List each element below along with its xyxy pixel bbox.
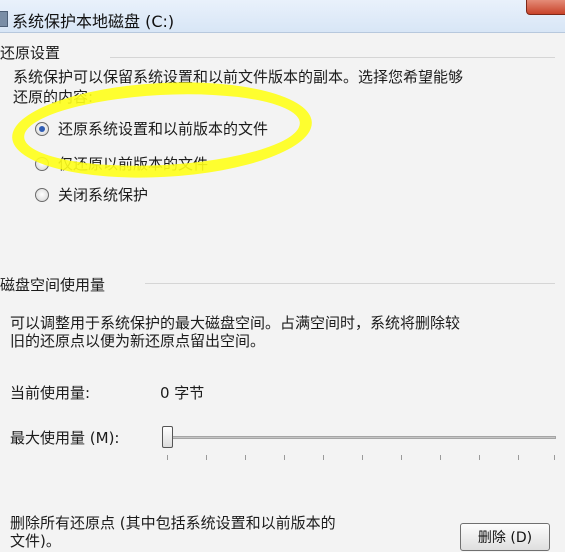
slider-tick (245, 455, 246, 460)
current-usage-label: 当前使用量: (10, 384, 91, 402)
slider-tick (167, 455, 168, 460)
window-title: 系统保护本地磁盘 (C:) (12, 12, 175, 31)
slider-tick (401, 455, 402, 460)
disk-usage-divider (145, 283, 555, 284)
title-bar: 系统保护本地磁盘 (C:) (0, 0, 565, 33)
max-usage-slider-thumb[interactable] (162, 426, 173, 448)
delete-description-line2: 文件)。 (10, 532, 61, 550)
slider-tick (323, 455, 324, 460)
radio-turn-off-protection[interactable] (35, 188, 49, 202)
current-usage-value: 0 字节 (160, 384, 205, 402)
restore-settings-heading: 还原设置 (0, 42, 71, 63)
slider-tick (206, 455, 207, 460)
radio-restore-files-only[interactable] (35, 157, 49, 171)
slider-tick (479, 455, 480, 460)
slider-tick (440, 455, 441, 460)
disk-usage-description-line1: 可以调整用于系统保护的最大磁盘空间。占满空间时，系统将删除较 (10, 314, 461, 332)
restore-settings-divider (110, 57, 555, 58)
delete-button[interactable]: 删除 (D) (460, 523, 550, 551)
option-label-restore-files-only[interactable]: 仅还原以前版本的文件 (58, 155, 208, 173)
radio-restore-system-and-files[interactable] (35, 122, 49, 136)
window-icon (0, 11, 8, 27)
close-button[interactable] (526, 0, 565, 15)
restore-settings-description-line1: 系统保护可以保留系统设置和以前文件版本的副本。选择您希望能够 (13, 68, 464, 86)
disk-usage-heading: 磁盘空间使用量 (0, 274, 116, 295)
max-usage-slider-track[interactable] (168, 436, 556, 439)
slider-tick (518, 455, 519, 460)
max-usage-label: 最大使用量 (M): (10, 429, 120, 447)
disk-usage-description-line2: 旧的还原点以便为新还原点留出空间。 (10, 332, 266, 350)
option-label-turn-off-protection[interactable]: 关闭系统保护 (58, 186, 148, 204)
slider-tick (362, 455, 363, 460)
restore-settings-description-line2: 还原的内容: (13, 88, 94, 106)
slider-tick (554, 455, 555, 460)
delete-description-line1: 删除所有还原点 (其中包括系统设置和以前版本的 (10, 514, 336, 532)
slider-tick (284, 455, 285, 460)
option-label-restore-system-and-files[interactable]: 还原系统设置和以前版本的文件 (58, 120, 268, 138)
